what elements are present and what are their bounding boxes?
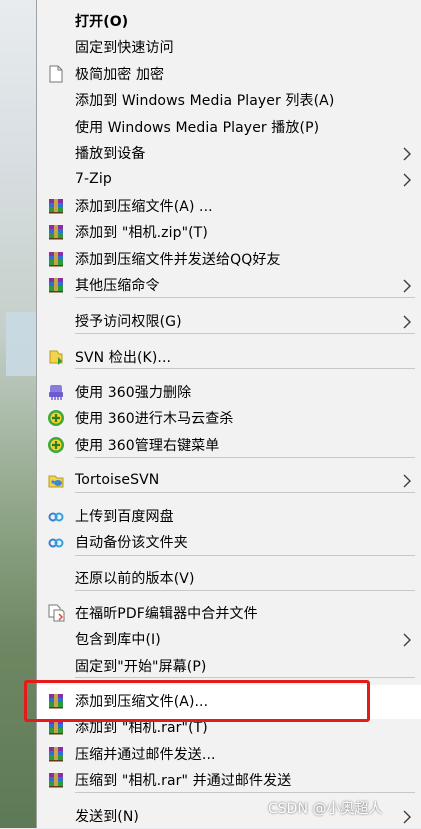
chevron-right-icon [403, 633, 411, 647]
shield-360-icon [47, 409, 65, 427]
winrar-icon [47, 771, 65, 789]
menu-item-label: 其他压缩命令 [75, 278, 160, 294]
menu-item-label: TortoiseSVN [75, 472, 160, 488]
menu-item[interactable]: 压缩到 "相机.rar" 并通过邮件发送 [37, 767, 421, 793]
chevron-right-icon [403, 173, 411, 187]
watermark-text: CSDN @小奥超人 [268, 801, 383, 817]
menu-item-label: 自动备份该文件夹 [75, 535, 188, 551]
menu-item-label: 压缩并通过邮件发送... [75, 747, 216, 763]
menu-item-label: 添加到 "相机.zip"(T) [75, 225, 208, 241]
menu-item[interactable]: 打开(O) [37, 8, 421, 34]
submenu-arrow [400, 146, 414, 161]
tortoisesvn-icon [47, 471, 65, 489]
menu-item[interactable]: 添加到压缩文件并发送给QQ好友 [37, 246, 421, 272]
menu-item[interactable]: 固定到快速访问 [37, 34, 421, 60]
menu-item[interactable]: 极简加密 加密 [37, 61, 421, 87]
menu-item-label: 打开(O) [75, 14, 129, 30]
menu-item-label: 使用 360管理右键菜单 [75, 438, 220, 454]
menu-item-label: 极简加密 加密 [75, 67, 165, 83]
menu-item[interactable]: 使用 360强力删除 [37, 379, 421, 405]
menu-item-label: 添加到 Windows Media Player 列表(A) [75, 93, 335, 109]
menu-item[interactable]: 压缩并通过邮件发送... [37, 741, 421, 767]
menu-item-label: 上传到百度网盘 [75, 509, 174, 525]
menu-item[interactable]: 授予访问权限(G) [37, 308, 421, 334]
menu-item[interactable]: 使用 360进行木马云查杀 [37, 405, 421, 431]
menu-item-label: 压缩到 "相机.rar" 并通过邮件发送 [75, 773, 292, 789]
menu-item-label: 包含到库中(I) [75, 632, 161, 648]
baidu-cloud-icon [47, 507, 65, 525]
menu-item[interactable]: 播放到设备 [37, 140, 421, 166]
menu-item-label: 使用 360进行木马云查杀 [75, 411, 234, 427]
baidu-cloud-icon [47, 533, 65, 551]
chevron-right-icon [403, 315, 411, 329]
menu-item[interactable]: 包含到库中(I) [37, 626, 421, 652]
menu-item[interactable]: 上传到百度网盘 [37, 503, 421, 529]
menu-item-label: 发送到(N) [75, 809, 139, 825]
menu-item-label: 7-Zip [75, 171, 112, 187]
menu-item[interactable]: 7-Zip [37, 166, 421, 192]
shield-360-icon [47, 436, 65, 454]
menu-item-label: 添加到压缩文件并发送给QQ好友 [75, 252, 281, 268]
submenu-arrow [400, 172, 414, 187]
winrar-icon [47, 250, 65, 268]
menu-item-label: 使用 360强力删除 [75, 385, 192, 401]
winrar-icon [47, 197, 65, 215]
desktop-icon-tile [6, 312, 36, 376]
menu-item[interactable]: SVN 检出(K)... [37, 344, 421, 370]
menu-item[interactable]: 添加到 "相机.zip"(T) [37, 219, 421, 245]
menu-item-label: 在福昕PDF编辑器中合并文件 [75, 606, 258, 622]
chevron-right-icon [403, 279, 411, 293]
submenu-arrow [400, 314, 414, 329]
menu-item[interactable]: 其他压缩命令 [37, 272, 421, 298]
menu-item[interactable]: TortoiseSVN [37, 467, 421, 493]
menu-item[interactable]: 固定到"开始"屏幕(P) [37, 653, 421, 679]
menu-item[interactable]: 添加到 Windows Media Player 列表(A) [37, 87, 421, 113]
menu-item[interactable]: 在福昕PDF编辑器中合并文件 [37, 600, 421, 626]
chevron-right-icon [403, 810, 411, 824]
menu-item[interactable]: 自动备份该文件夹 [37, 529, 421, 555]
winrar-icon [47, 223, 65, 241]
menu-item-label: 添加到压缩文件(A) ... [75, 199, 213, 215]
winrar-icon [47, 745, 65, 763]
submenu-arrow [400, 632, 414, 647]
winrar-icon [47, 276, 65, 294]
menu-separator [75, 555, 415, 556]
menu-item-label: 使用 Windows Media Player 播放(P) [75, 120, 320, 136]
menu-item-label: 播放到设备 [75, 146, 146, 162]
shredder-icon [47, 383, 65, 401]
submenu-arrow [400, 473, 414, 488]
submenu-arrow [400, 278, 414, 293]
svn-checkout-icon [47, 348, 65, 366]
menu-item-label: 授予访问权限(G) [75, 314, 182, 330]
menu-item-label: SVN 检出(K)... [75, 350, 172, 366]
annotation-red-box [24, 680, 370, 722]
menu-item-label: 固定到快速访问 [75, 40, 174, 56]
chevron-right-icon [403, 147, 411, 161]
menu-item-label: 固定到"开始"屏幕(P) [75, 659, 207, 675]
menu-item[interactable]: 添加到压缩文件(A) ... [37, 193, 421, 219]
submenu-arrow [400, 809, 414, 824]
menu-item[interactable]: 使用 Windows Media Player 播放(P) [37, 114, 421, 140]
menu-item[interactable]: 还原以前的版本(V) [37, 565, 421, 591]
menu-item[interactable]: 使用 360管理右键菜单 [37, 432, 421, 458]
chevron-right-icon [403, 474, 411, 488]
pdf-merge-icon [47, 604, 65, 622]
menu-item-label: 还原以前的版本(V) [75, 571, 195, 587]
file-icon [47, 65, 65, 83]
